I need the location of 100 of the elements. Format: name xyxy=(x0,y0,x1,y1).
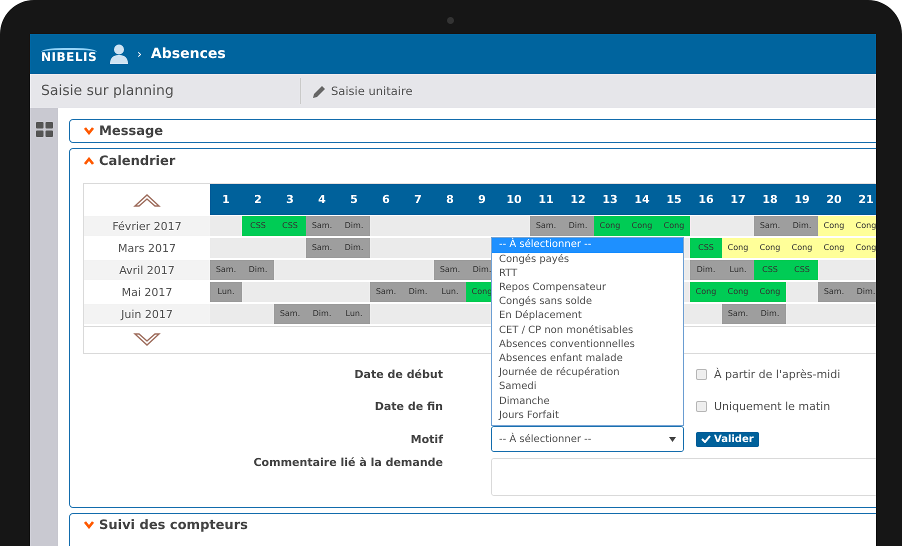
calendar-cell[interactable]: Dim. xyxy=(754,304,786,324)
calendar-cell[interactable]: CSS xyxy=(274,216,306,236)
day-number: 5 xyxy=(349,192,359,208)
calendar-cell[interactable]: CSS xyxy=(242,216,274,236)
calendar-cell[interactable]: Cong xyxy=(626,216,658,236)
day-number: 20 xyxy=(825,192,843,208)
chevron-icon xyxy=(84,127,94,135)
calendar-cell[interactable]: Lun. xyxy=(210,282,242,302)
chevron-up-icon[interactable] xyxy=(133,192,161,208)
calendar-cell[interactable]: Sam. xyxy=(370,282,402,302)
breadcrumb-separator: › xyxy=(137,47,142,61)
caret-icon xyxy=(669,436,676,442)
calendar-cell[interactable]: Dim. xyxy=(402,282,434,302)
day-number: 18 xyxy=(761,192,779,208)
calendar-cell[interactable]: Lun. xyxy=(434,282,466,302)
toolbar-title: Saisie sur planning xyxy=(30,78,301,104)
chevron-icon xyxy=(84,521,94,529)
calendar-cell[interactable]: Sam. xyxy=(434,260,466,280)
panel-header[interactable]: Suivi des compteurs xyxy=(70,514,248,536)
dropdown-option[interactable]: -- À sélectionner -- xyxy=(492,238,683,253)
validate-button[interactable]: Valider xyxy=(696,432,759,446)
field-label: Motif xyxy=(410,432,444,448)
calendar-cell[interactable]: Cong xyxy=(722,282,754,302)
comment-field[interactable] xyxy=(491,458,876,496)
field-label: Date de fin xyxy=(374,398,444,414)
pencil-icon xyxy=(312,84,327,98)
calendar-cell[interactable]: Lun. xyxy=(338,304,370,324)
day-number: 8 xyxy=(445,192,455,208)
calendar-cell[interactable]: Cong xyxy=(690,282,722,302)
calendar-cell[interactable]: Cong xyxy=(818,238,850,258)
day-number: 6 xyxy=(381,192,391,208)
field-label: Date de début xyxy=(353,366,444,382)
calendar-cell[interactable]: Dim. xyxy=(338,216,370,236)
calendar-cell[interactable]: Cong xyxy=(594,216,626,236)
calendar-cell[interactable]: Sam. xyxy=(530,216,562,236)
calendar-cell[interactable]: Cong xyxy=(658,216,690,236)
day-number: 11 xyxy=(537,192,555,208)
day-number: 2 xyxy=(253,192,263,208)
page-title: Absences xyxy=(150,46,226,62)
calendar-cell[interactable]: Dim. xyxy=(690,260,722,280)
calendar-cell[interactable]: Dim. xyxy=(242,260,274,280)
calendar-cell[interactable]: CSS xyxy=(754,260,786,280)
dropdown-option[interactable]: CET / CP non monétisables xyxy=(492,324,683,338)
panel-header[interactable]: Calendrier xyxy=(70,150,176,172)
calendar-cell[interactable]: CSS xyxy=(786,260,818,280)
calendar-cell[interactable]: Cong xyxy=(754,238,786,258)
calendar-cell[interactable]: Cong xyxy=(722,238,754,258)
day-number: 7 xyxy=(413,192,423,208)
day-number: 10 xyxy=(505,192,523,208)
calendar-cell[interactable]: Sam. xyxy=(306,216,338,236)
dropdown-option[interactable]: Absences enfant malade xyxy=(492,352,683,366)
calendar-cell[interactable]: Dim. xyxy=(338,238,370,258)
check-icon xyxy=(701,435,711,443)
dropdown-option[interactable]: Journée de récupération xyxy=(492,366,683,380)
month-label: Avril 2017 xyxy=(84,260,210,280)
calendar-cell[interactable]: Sam. xyxy=(210,260,242,280)
calendar-cell[interactable]: Sam. xyxy=(274,304,306,324)
checkbox[interactable] xyxy=(696,400,707,412)
calendar-cell[interactable]: Dim. xyxy=(306,304,338,324)
day-number: 16 xyxy=(697,192,715,208)
reason-select[interactable]: -- À sélectionner -- xyxy=(491,426,684,452)
dropdown-option[interactable]: En Déplacement xyxy=(492,309,683,324)
checkbox-label: Uniquement le matin xyxy=(714,400,830,412)
checkbox[interactable] xyxy=(696,368,707,380)
panel-header[interactable]: Message xyxy=(70,120,164,142)
calendar-cell[interactable]: Cong xyxy=(850,216,876,236)
calendar-cell[interactable]: Cong xyxy=(850,238,876,258)
calendar-cell[interactable]: Cong xyxy=(818,216,850,236)
calendar-cell[interactable]: Dim. xyxy=(786,216,818,236)
calendar-cell[interactable]: Sam. xyxy=(818,282,850,302)
chevron-down-icon[interactable] xyxy=(133,332,161,348)
day-number: 4 xyxy=(317,192,327,208)
checkbox-label: À partir de l'après-midi xyxy=(714,368,840,380)
calendar-cell[interactable]: Sam. xyxy=(754,216,786,236)
user-icon[interactable] xyxy=(110,44,128,64)
calendar-cell[interactable]: Dim. xyxy=(850,282,876,302)
dropdown-option[interactable]: Samedi xyxy=(492,380,683,395)
calendar-cell[interactable]: Cong xyxy=(754,282,786,302)
calendar-cell[interactable]: Dim. xyxy=(562,216,594,236)
day-number: 1 xyxy=(221,192,231,208)
day-number: 12 xyxy=(569,192,587,208)
dropdown-option[interactable]: Dimanche xyxy=(492,394,683,409)
chevron-icon xyxy=(84,157,94,165)
grid-icon[interactable] xyxy=(36,122,52,137)
calendar-cell[interactable]: Sam. xyxy=(722,304,754,324)
calendar-cell[interactable]: CSS xyxy=(690,238,722,258)
dropdown-option[interactable]: Absences conventionnelles xyxy=(492,338,683,352)
day-number: 17 xyxy=(729,192,747,208)
calendar-cell[interactable]: Cong xyxy=(786,238,818,258)
day-number: 21 xyxy=(857,192,875,208)
day-number: 19 xyxy=(793,192,811,208)
day-number: 3 xyxy=(285,192,295,208)
logo: NIBELIS xyxy=(41,48,98,64)
day-number: 9 xyxy=(477,192,487,208)
calendar-cell[interactable]: Sam. xyxy=(306,238,338,258)
dropdown-option[interactable]: Jours Forfait xyxy=(492,408,683,423)
camera-icon xyxy=(447,17,454,24)
unit-entry-button[interactable]: Saisie unitaire xyxy=(312,84,413,98)
calendar-cell[interactable]: Lun. xyxy=(722,260,754,280)
day-number: 14 xyxy=(633,192,651,208)
